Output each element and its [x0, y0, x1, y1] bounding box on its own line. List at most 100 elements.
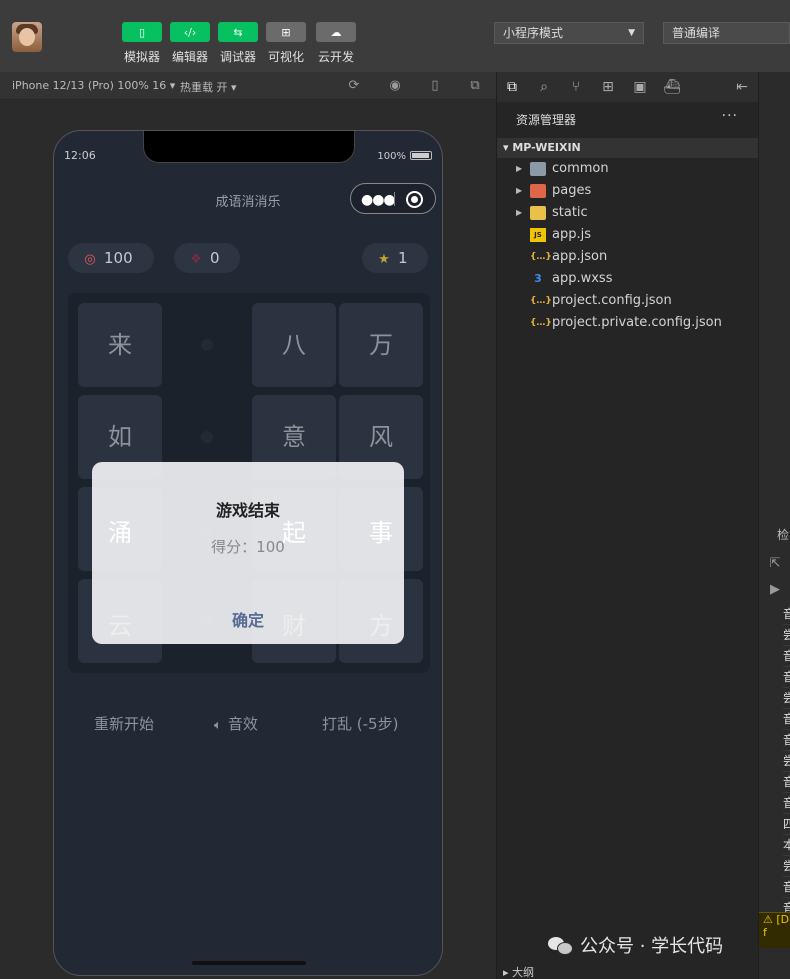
mode-select[interactable]: 小程序模式 ▼	[494, 22, 644, 44]
sound-toggle[interactable]: 🔈︎ 音效	[214, 713, 258, 734]
tree-item-app-js[interactable]: JS app.js	[497, 224, 758, 246]
console-row: 尝	[783, 625, 790, 646]
close-miniprogram-icon[interactable]	[406, 191, 423, 208]
caret-down-icon: ▼	[628, 28, 635, 38]
phone-icon: ▯	[122, 22, 162, 42]
more-actions-icon[interactable]: ···	[722, 108, 738, 124]
console-row: 尝	[783, 751, 790, 772]
collapse-panel-icon[interactable]: ⇤	[733, 78, 751, 96]
star-icon: ★	[378, 252, 390, 267]
tile-text-overlay: 涌	[108, 519, 132, 547]
visualize-tool-label: 可视化	[267, 50, 304, 64]
console-warning: ⚠ [D f	[759, 912, 790, 948]
capsule-separator	[394, 192, 395, 206]
devtools-window: ▯ 模拟器 ‹/› 编辑器 ⇆ 调试器 ⊞ 可视化 ☁ 云开发 小程序模式 ▼ …	[0, 0, 790, 979]
tree-item-static[interactable]: ▶ static	[497, 202, 758, 224]
inspect-icon[interactable]: ⇱	[767, 556, 783, 572]
explorer-header: 资源管理器	[516, 113, 577, 127]
cloud-icon: ☁	[316, 22, 356, 42]
debug-panel: 检 ⇱ ▶ 音 尝 音 音 尝 音 音 尝 音 音 四 本 尝 音 音 ⚠ [D…	[758, 72, 790, 979]
star-value: 1	[398, 249, 408, 267]
simulator-tool-label: 模拟器	[123, 50, 160, 64]
combo-badge: ❖ 0	[174, 243, 240, 273]
static-folder-icon	[530, 206, 546, 220]
star-badge: ★ 1	[362, 243, 428, 273]
console-row: 音	[783, 730, 790, 751]
file-explorer: 资源管理器 ··· ▾ MP-WEIXIN ▶ common ▶ pages ▶…	[497, 102, 758, 979]
cloud-tool-button[interactable]: ☁ 云开发	[316, 22, 356, 65]
json-file-icon: {…}	[530, 318, 552, 328]
debug-icon: ⇆	[218, 22, 258, 42]
battery-percent: 100%	[377, 151, 406, 162]
detach-window-icon[interactable]: ⧉	[467, 78, 483, 94]
console-row: 音	[783, 709, 790, 730]
extensions-icon[interactable]: ⊞	[599, 78, 617, 96]
restart-button[interactable]: 重新开始	[94, 713, 154, 734]
target-icon: ◎	[84, 252, 96, 267]
debugger-tool-button[interactable]: ⇆ 调试器	[218, 22, 258, 65]
storage-icon[interactable]: ▣	[631, 78, 649, 96]
folder-icon	[530, 162, 546, 176]
device-select[interactable]: iPhone 12/13 (Pro) 100% 16 ▾	[12, 79, 175, 92]
more-dots-icon[interactable]: ●●●	[361, 192, 396, 208]
hot-reload-toggle[interactable]: 热重载 开 ▾	[180, 79, 237, 95]
console-row: 音	[783, 667, 790, 688]
files-icon[interactable]: ⧉	[503, 78, 521, 96]
top-toolbar: ▯ 模拟器 ‹/› 编辑器 ⇆ 调试器 ⊞ 可视化 ☁ 云开发 小程序模式 ▼ …	[0, 0, 790, 72]
tile[interactable]: 来	[78, 303, 162, 387]
tree-item-label: app.json	[552, 249, 608, 264]
tree-item-pages[interactable]: ▶ pages	[497, 180, 758, 202]
device-icon[interactable]: ▯	[427, 78, 443, 94]
debug-tab[interactable]: 检	[777, 526, 789, 543]
docker-icon[interactable]: ⛴	[663, 78, 681, 96]
home-indicator	[192, 961, 306, 965]
tile[interactable]: 八	[252, 303, 336, 387]
simulator-toolbar: iPhone 12/13 (Pro) 100% 16 ▾ 热重载 开 ▾ ⟳ ◉…	[0, 72, 496, 100]
console-row: 本	[783, 835, 790, 856]
watermark: 公众号 · 学长代码	[548, 932, 723, 958]
tile-text-overlay: 云	[108, 612, 132, 640]
cloud-tool-label: 云开发	[317, 50, 354, 64]
menu-capsule: ●●●	[350, 183, 436, 214]
project-name: MP-WEIXIN	[512, 141, 581, 154]
outline-section[interactable]: ▸ 大纲	[497, 967, 758, 979]
tree-item-label: project.config.json	[552, 293, 672, 308]
refresh-icon[interactable]: ⟳	[346, 78, 362, 94]
battery-icon	[410, 151, 432, 160]
compile-select-value: 普通编译	[672, 26, 721, 40]
console-row: 尝	[783, 688, 790, 709]
empty-tile	[165, 303, 249, 387]
project-root[interactable]: ▾ MP-WEIXIN	[497, 138, 758, 158]
shuffle-button[interactable]: 打乱 (-5步)	[322, 713, 398, 734]
pages-folder-icon	[530, 184, 546, 198]
user-avatar[interactable]	[12, 22, 42, 52]
layout-icon: ⊞	[266, 22, 306, 42]
watermark-text: 公众号 · 学长代码	[580, 936, 724, 957]
code-icon: ‹/›	[170, 22, 210, 42]
chevron-right-icon: ▶	[516, 186, 523, 195]
tile-text-overlay: 财	[282, 612, 306, 640]
stop-icon[interactable]: ◉	[387, 78, 403, 94]
tree-item-label: project.private.config.json	[552, 315, 722, 330]
wechat-icon	[548, 935, 573, 955]
chevron-right-icon: ▶	[516, 164, 523, 173]
tree-item-label: pages	[552, 183, 592, 198]
compile-select[interactable]: 普通编译	[663, 22, 790, 44]
sound-label: 音效	[227, 715, 258, 733]
tree-item-project-private-config[interactable]: {…} project.private.config.json	[497, 312, 758, 334]
source-control-icon[interactable]: ⑂	[567, 78, 585, 96]
tile[interactable]: 万	[339, 303, 423, 387]
console-row: 音	[783, 604, 790, 625]
tile-text-overlay: 起	[282, 519, 306, 547]
visualize-tool-button[interactable]: ⊞ 可视化	[266, 22, 306, 65]
search-icon[interactable]: ⌕	[535, 78, 553, 96]
tree-item-app-wxss[interactable]: 3 app.wxss	[497, 268, 758, 290]
phone-frame: 12:06 100% 成语消消乐 ●●● ◎ 100 ❖ 0 ★ 1 来 八 万 如 …	[53, 130, 443, 976]
console-play-icon[interactable]: ▶	[767, 582, 783, 598]
editor-tool-button[interactable]: ‹/› 编辑器	[170, 22, 210, 65]
tree-item-label: app.js	[552, 227, 591, 242]
simulator-tool-button[interactable]: ▯ 模拟器	[122, 22, 162, 65]
tree-item-project-config[interactable]: {…} project.config.json	[497, 290, 758, 312]
tree-item-common[interactable]: ▶ common	[497, 158, 758, 180]
tree-item-app-json[interactable]: {…} app.json	[497, 246, 758, 268]
